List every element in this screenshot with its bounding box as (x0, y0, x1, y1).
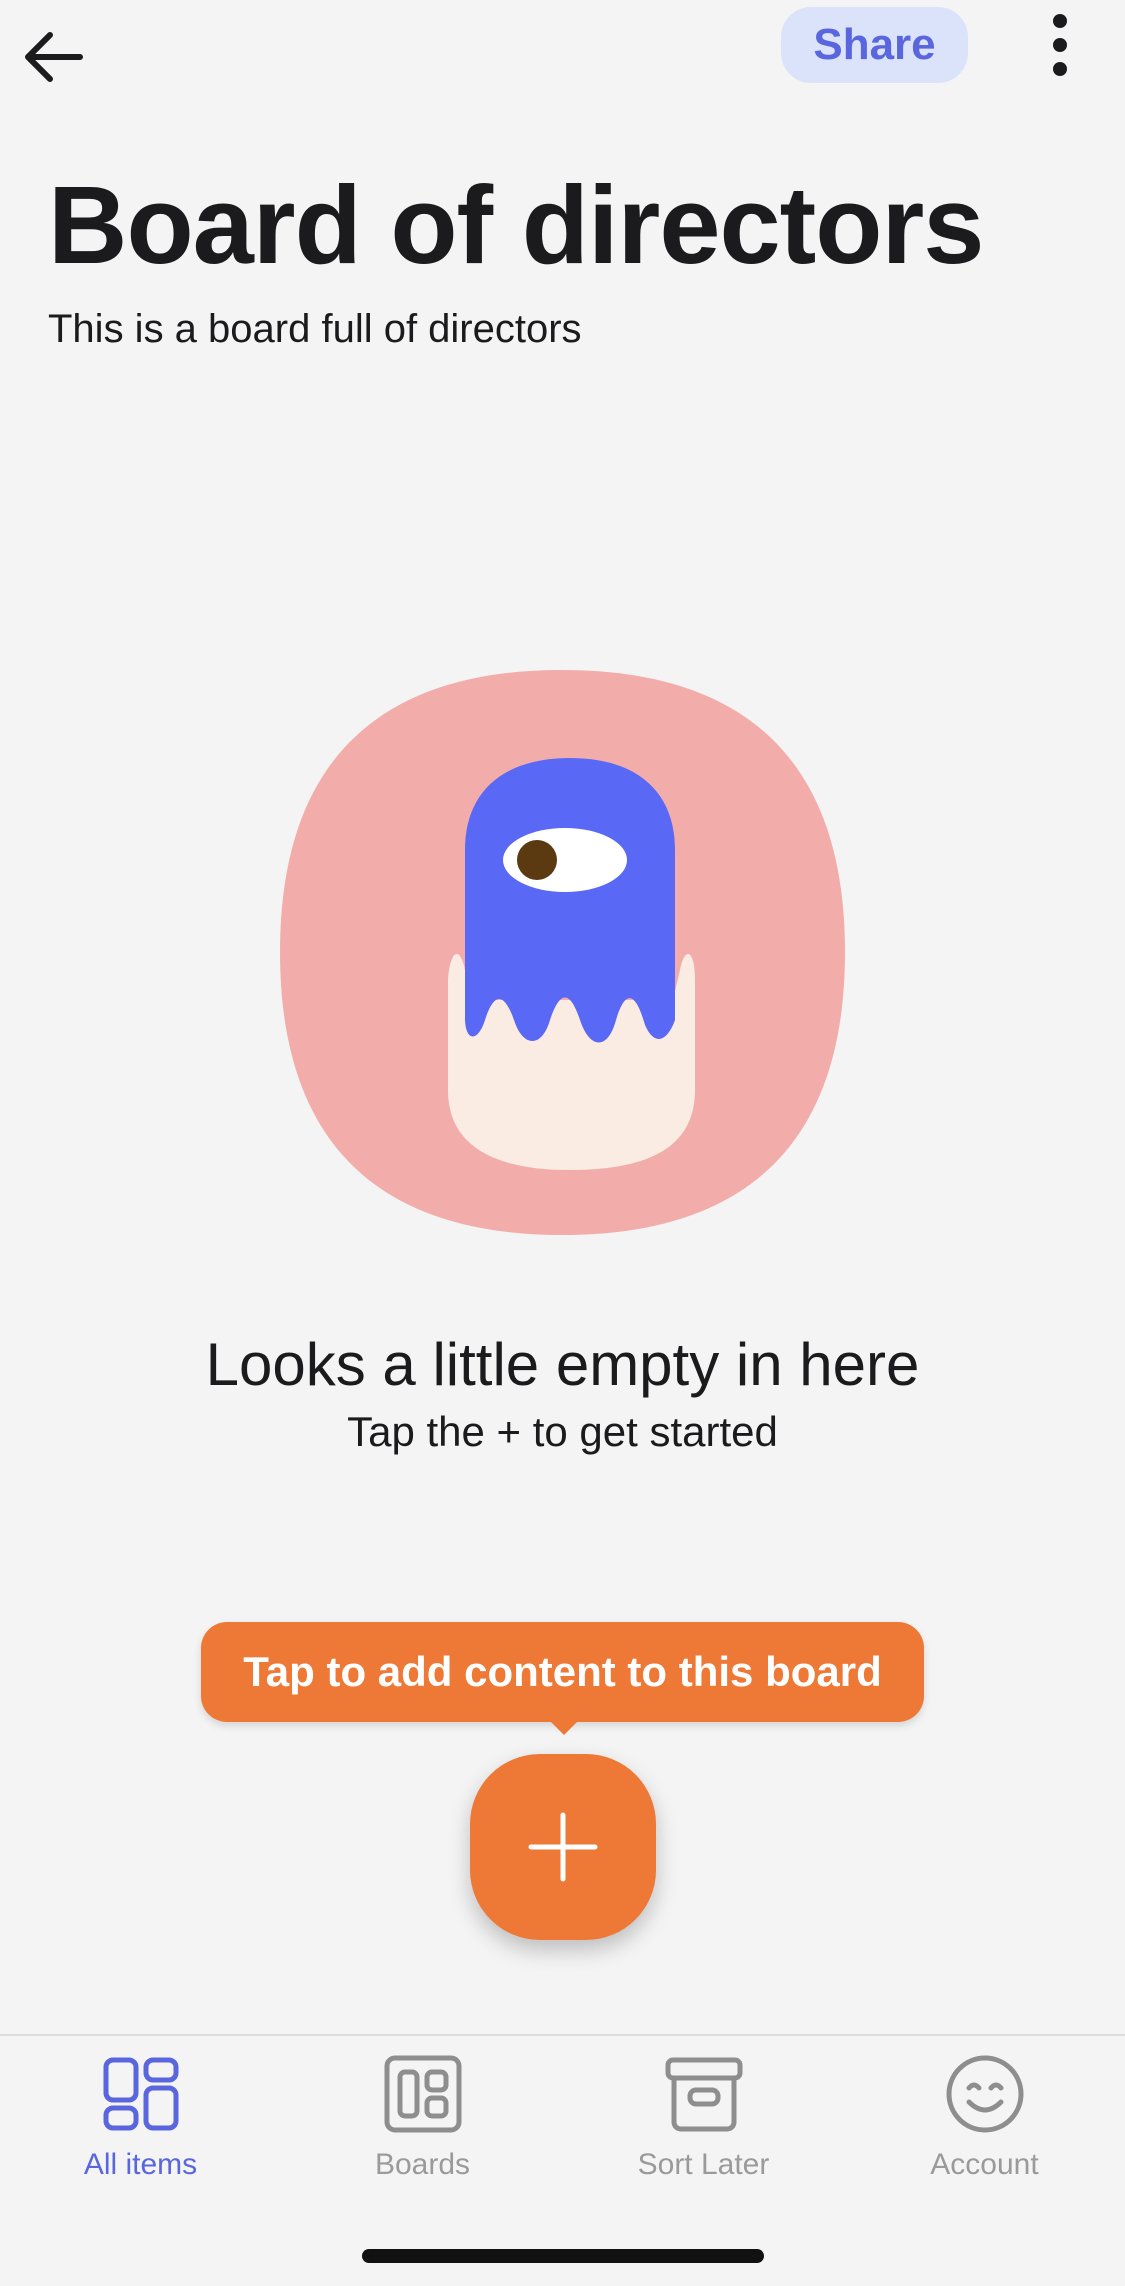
nav-boards-label: Boards (374, 2148, 471, 2181)
nav-sort-later[interactable]: Sort Later (563, 2054, 844, 2204)
smiley-icon (946, 2055, 1023, 2133)
back-arrow-icon (25, 32, 83, 82)
nav-all-items-label: All items (83, 2148, 198, 2181)
archive-box-icon (665, 2057, 742, 2132)
empty-state-illustration (280, 670, 845, 1235)
board-title: Board of directors (48, 164, 984, 287)
boards-icon (384, 2055, 461, 2133)
back-button[interactable] (18, 22, 88, 92)
home-indicator[interactable] (362, 2249, 764, 2263)
empty-state-title: Looks a little empty in here (205, 1331, 920, 1398)
nav-boards[interactable]: Boards (282, 2054, 563, 2204)
nav-account[interactable]: Account (844, 2054, 1125, 2204)
nav-account-label: Account (930, 2148, 1039, 2181)
add-content-button[interactable] (470, 1754, 656, 1940)
board-description: This is a board full of directors (48, 307, 582, 351)
more-options-button[interactable] (1030, 10, 1090, 80)
add-content-tooltip: Tap to add content to this board (201, 1622, 924, 1722)
nav-all-items[interactable]: All items (0, 2054, 281, 2204)
all-items-icon (103, 2057, 178, 2131)
plus-icon (528, 1812, 598, 1882)
nav-sort-later-label: Sort Later (637, 2148, 770, 2181)
empty-state-subtitle: Tap the + to get started (347, 1408, 778, 1455)
tooltip-pointer (546, 1717, 582, 1735)
monster-pupil (517, 840, 557, 880)
share-button[interactable]: Share (781, 7, 968, 83)
more-vertical-icon (1053, 14, 1067, 76)
